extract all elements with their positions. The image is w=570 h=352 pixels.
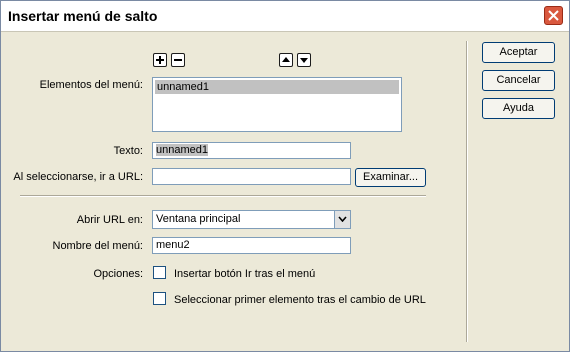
select-first-item-checkbox[interactable] <box>153 292 166 305</box>
arrow-up-icon <box>282 57 290 62</box>
menu-items-list[interactable]: unnamed1 <box>152 77 402 132</box>
text-field-value: unnamed1 <box>156 144 208 156</box>
menu-name-field[interactable]: menu2 <box>152 237 351 254</box>
close-icon <box>548 10 559 21</box>
title-bar[interactable]: Insertar menú de salto <box>1 1 569 32</box>
remove-item-button[interactable] <box>171 53 185 67</box>
url-field[interactable] <box>152 168 351 185</box>
move-up-button[interactable] <box>279 53 293 67</box>
menu-name-label: Nombre del menú: <box>52 240 144 252</box>
cancel-button[interactable]: Cancelar <box>482 70 555 91</box>
arrow-down-icon <box>300 58 308 63</box>
plus-icon <box>156 56 164 64</box>
vertical-separator <box>466 41 468 342</box>
close-button[interactable] <box>544 6 563 25</box>
chevron-down-icon <box>338 216 347 222</box>
open-in-dropdown-button[interactable] <box>334 211 350 228</box>
horizontal-separator <box>20 195 426 197</box>
dialog-window: Insertar menú de salto Elementos del men… <box>0 0 570 352</box>
text-field[interactable]: unnamed1 <box>152 142 351 159</box>
url-label: Al seleccionarse, ir a URL: <box>13 171 143 183</box>
menu-name-value: menu2 <box>156 239 190 251</box>
menu-items-label: Elementos del menú: <box>39 79 143 91</box>
minus-icon <box>174 59 182 61</box>
insert-go-button-checkbox[interactable] <box>153 266 166 279</box>
options-label: Opciones: <box>93 268 143 280</box>
ok-button[interactable]: Aceptar <box>482 42 555 63</box>
help-button[interactable]: Ayuda <box>482 98 555 119</box>
list-item[interactable]: unnamed1 <box>155 80 399 94</box>
open-in-select[interactable]: Ventana principal <box>152 210 351 229</box>
browse-button[interactable]: Examinar... <box>355 168 426 187</box>
select-first-item-label[interactable]: Seleccionar primer elemento tras el camb… <box>174 294 426 306</box>
open-in-label: Abrir URL en: <box>76 214 143 226</box>
dialog-body: Elementos del menú: unnamed1 Texto: unna… <box>1 32 569 351</box>
insert-go-button-label[interactable]: Insertar botón Ir tras el menú <box>174 268 315 280</box>
move-down-button[interactable] <box>297 53 311 67</box>
add-item-button[interactable] <box>153 53 167 67</box>
dialog-title: Insertar menú de salto <box>8 8 158 24</box>
text-label: Texto: <box>113 145 143 157</box>
open-in-value: Ventana principal <box>156 213 241 225</box>
